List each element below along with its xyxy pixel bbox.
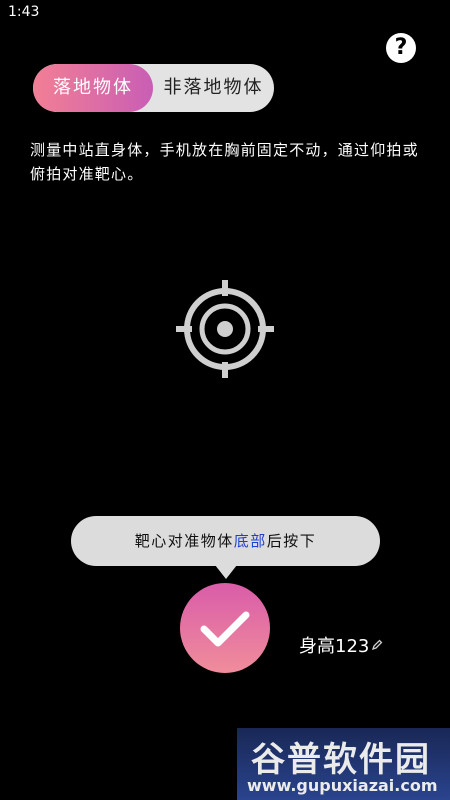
watermark-url: www.gupuxiazai.com — [247, 776, 438, 795]
tooltip: 靶心对准物体底部后按下 — [71, 516, 380, 566]
help-button[interactable]: ? — [386, 33, 416, 63]
tooltip-prefix: 靶心对准物体 — [134, 532, 234, 550]
tooltip-highlight: 底部 — [233, 532, 267, 550]
tab-non-landed-object[interactable]: 非落地物体 — [153, 64, 274, 112]
tooltip-pointer — [215, 565, 237, 579]
height-value: 身高123 — [299, 636, 370, 657]
checkmark-icon — [200, 611, 250, 647]
crosshair-icon — [176, 280, 274, 378]
height-label[interactable]: 身高123 — [299, 632, 383, 658]
mode-toggle: 落地物体 非落地物体 — [33, 64, 274, 112]
confirm-button[interactable] — [180, 583, 270, 673]
instruction-text: 测量中站直身体，手机放在胸前固定不动，通过仰拍或俯拍对准靶心。 — [30, 141, 419, 183]
status-time: 1:43 — [8, 4, 40, 20]
watermark-title: 谷普软件园 — [251, 740, 431, 780]
pencil-icon[interactable] — [371, 639, 383, 651]
watermark: 谷普软件园 www.gupuxiazai.com — [237, 728, 450, 800]
tab-landed-object[interactable]: 落地物体 — [33, 64, 153, 112]
tooltip-suffix: 后按下 — [266, 532, 317, 550]
